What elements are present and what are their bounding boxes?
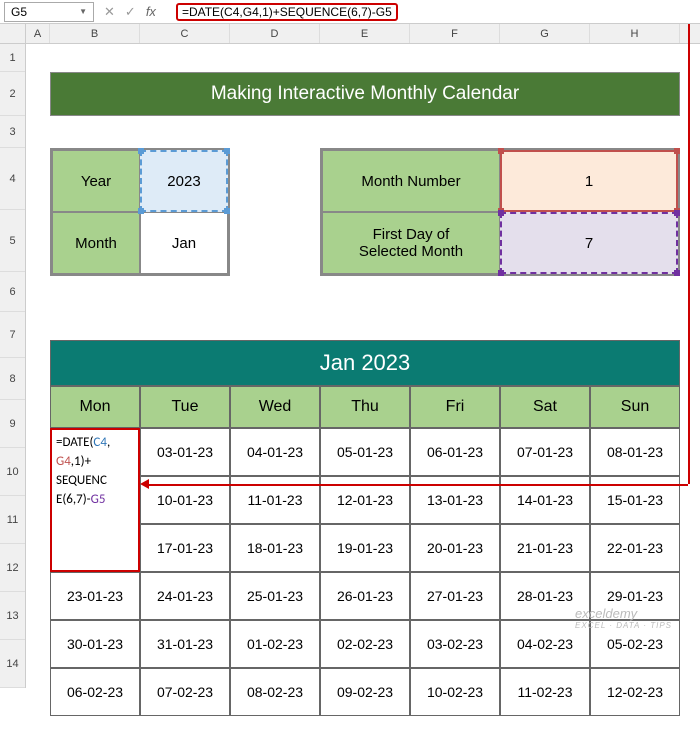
title-banner: Making Interactive Monthly Calendar [50,72,680,116]
formula-bar-buttons: ✕ ✓ fx [94,4,172,20]
day-header: Mon [50,386,140,428]
calendar-cell[interactable]: 04-01-23 [230,428,320,476]
formula-bar-row: G5 ▼ ✕ ✓ fx =DATE(C4,G4,1)+SEQUENCE(6,7)… [0,0,700,24]
arrow-vertical [688,24,690,484]
calendar-cell[interactable]: 25-01-23 [230,572,320,620]
col-header-F[interactable]: F [410,24,500,43]
calendar-cell[interactable]: 07-02-23 [140,668,230,716]
calendar-cell[interactable]: 06-01-23 [410,428,500,476]
calendar-cell[interactable]: 22-01-23 [590,524,680,572]
month-number-label: Month Number [322,150,500,212]
col-header-D[interactable]: D [230,24,320,43]
month-label: Month [52,212,140,274]
arrow-head-icon [140,479,149,489]
row-header-12[interactable]: 12 [0,544,25,592]
formula-bar[interactable]: =DATE(C4,G4,1)+SEQUENCE(6,7)-G5 [172,1,700,23]
row-header-14[interactable]: 14 [0,640,25,688]
spreadsheet-grid: ABCDEFGH 1234567891011121314 Making Inte… [0,24,700,688]
row-header-9[interactable]: 9 [0,400,25,448]
name-box-value: G5 [11,5,27,19]
day-header: Sun [590,386,680,428]
row-header-2[interactable]: 2 [0,72,25,116]
col-header-H[interactable]: H [590,24,680,43]
calendar-cell[interactable]: 02-02-23 [320,620,410,668]
row-header-8[interactable]: 8 [0,358,25,400]
day-header: Tue [140,386,230,428]
year-month-table: Year 2023 Month Jan [50,148,230,276]
first-day-label: First Day ofSelected Month [322,212,500,274]
calendar-cell[interactable]: 05-01-23 [320,428,410,476]
year-label: Year [52,150,140,212]
calendar-cell[interactable]: 06-02-23 [50,668,140,716]
cancel-icon[interactable]: ✕ [104,4,115,20]
calendar-cell[interactable]: 07-01-23 [500,428,590,476]
calendar-cell[interactable]: 11-02-23 [500,668,590,716]
calendar-cell[interactable]: 08-02-23 [230,668,320,716]
cells-area[interactable]: Making Interactive Monthly Calendar Year… [26,44,700,688]
row-header-7[interactable]: 7 [0,312,25,358]
calendar-cell[interactable]: 26-01-23 [320,572,410,620]
row-header-1[interactable]: 1 [0,44,25,72]
row-header-10[interactable]: 10 [0,448,25,496]
month-value-cell[interactable]: Jan [140,212,228,274]
row-headers: 1234567891011121314 [0,44,26,688]
row-header-3[interactable]: 3 [0,116,25,148]
calendar-cell[interactable]: 17-01-23 [140,524,230,572]
col-header-E[interactable]: E [320,24,410,43]
year-value-cell[interactable]: 2023 [140,150,228,212]
watermark: exceldemy EXCEL · DATA · TIPS [575,606,672,630]
enter-icon[interactable]: ✓ [125,4,136,20]
column-headers: ABCDEFGH [0,24,700,44]
arrow-horizontal [144,484,688,486]
col-header-C[interactable]: C [140,24,230,43]
day-header: Thu [320,386,410,428]
col-header-B[interactable]: B [50,24,140,43]
month-number-value-cell[interactable]: 1 [500,150,678,212]
calendar-cell[interactable]: 27-01-23 [410,572,500,620]
fx-icon[interactable]: fx [146,4,156,20]
chevron-down-icon[interactable]: ▼ [79,7,87,16]
calendar-cell[interactable]: 18-01-23 [230,524,320,572]
calendar-body: 03-01-2304-01-2305-01-2306-01-2307-01-23… [50,428,680,716]
calendar-header: MonTueWedThuFriSatSun [50,386,680,428]
calendar-cell[interactable]: 21-01-23 [500,524,590,572]
calendar-cell[interactable]: 12-02-23 [590,668,680,716]
calendar-cell[interactable]: 03-01-23 [140,428,230,476]
calendar-cell[interactable]: 08-01-23 [590,428,680,476]
row-header-11[interactable]: 11 [0,496,25,544]
editing-cell[interactable]: =DATE(C4,G4,1)+SEQUENCE(6,7)-G5 [50,428,140,572]
formula-text: =DATE(C4,G4,1)+SEQUENCE(6,7)-G5 [176,3,398,21]
col-header-A[interactable]: A [26,24,50,43]
calendar-cell[interactable]: 03-02-23 [410,620,500,668]
day-header: Wed [230,386,320,428]
calendar-cell[interactable]: 19-01-23 [320,524,410,572]
calendar-cell[interactable]: 24-01-23 [140,572,230,620]
day-header: Sat [500,386,590,428]
calendar-cell[interactable]: 01-02-23 [230,620,320,668]
row-header-6[interactable]: 6 [0,272,25,312]
calendar-title: Jan 2023 [50,340,680,386]
month-info-table: Month Number 1 First Day ofSelected Mont… [320,148,680,276]
calendar-cell[interactable]: 20-01-23 [410,524,500,572]
col-header-G[interactable]: G [500,24,590,43]
calendar-cell[interactable]: 10-02-23 [410,668,500,716]
day-header: Fri [410,386,500,428]
calendar-cell[interactable]: 23-01-23 [50,572,140,620]
name-box[interactable]: G5 ▼ [4,2,94,22]
first-day-value-cell[interactable]: 7 [500,212,678,274]
calendar-cell[interactable]: 09-02-23 [320,668,410,716]
row-header-13[interactable]: 13 [0,592,25,640]
row-header-5[interactable]: 5 [0,210,25,272]
select-all-corner[interactable] [0,24,26,43]
row-header-4[interactable]: 4 [0,148,25,210]
calendar-cell[interactable]: 30-01-23 [50,620,140,668]
calendar-cell[interactable]: 31-01-23 [140,620,230,668]
